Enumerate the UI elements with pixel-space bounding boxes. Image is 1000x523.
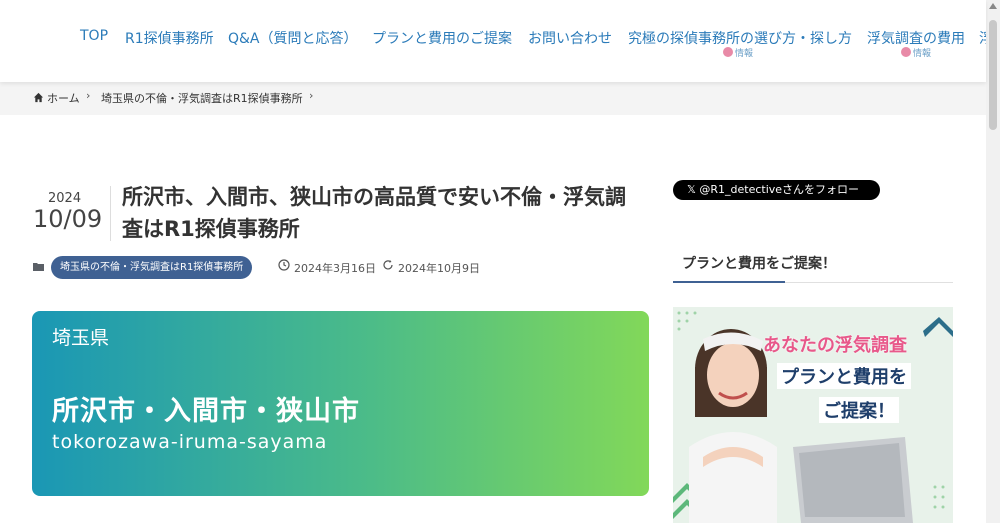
nav-item-cut-off[interactable]: 浮	[979, 28, 986, 48]
heading-underline	[673, 281, 785, 283]
nav-item-how-to-choose[interactable]: 究極の探偵事務所の選び方・探し方	[628, 28, 852, 48]
site-header: TOP R1探偵事務所 Q&A（質問と応答） プランと費用のご提案 お問い合わせ…	[0, 0, 986, 82]
refresh-icon	[383, 260, 393, 270]
breadcrumb-home[interactable]: ホーム	[47, 90, 80, 106]
plan-ad-banner[interactable]: あなたの浮気調査 プランと費用を ご提案！	[673, 307, 953, 523]
chevron-right-icon: ›	[86, 89, 91, 102]
scrollbar-thumb[interactable]	[989, 20, 997, 130]
nav-item-agency[interactable]: R1探偵事務所	[125, 28, 214, 48]
date-divider	[110, 186, 111, 241]
nav-item-cost[interactable]: 浮気調査の費用	[867, 28, 965, 48]
home-icon	[33, 92, 44, 103]
nav-item-qa[interactable]: Q&A（質問と応答）	[228, 28, 358, 48]
category-badge[interactable]: 埼玉県の不倫・浮気調査はR1探偵事務所	[51, 256, 253, 279]
info-badge-icon	[723, 47, 733, 57]
nav-item-contact[interactable]: お問い合わせ	[528, 28, 612, 48]
info-badge-icon	[901, 47, 911, 57]
post-day: 10/09	[33, 205, 103, 233]
nav-item-top[interactable]: TOP	[80, 28, 108, 44]
breadcrumb-category[interactable]: 埼玉県の不倫・浮気調査はR1探偵事務所	[101, 90, 303, 106]
scrollbar[interactable]	[986, 0, 1000, 523]
published-date: 2024年3月16日	[294, 262, 376, 275]
hero-prefecture: 埼玉県	[52, 327, 110, 349]
nav-sub-info: 情報	[901, 46, 931, 59]
chevron-right-icon: ›	[309, 89, 314, 102]
ad-line-2: プランと費用を	[777, 363, 911, 389]
clock-icon	[278, 259, 290, 271]
hero-romanized: tokorozawa-iruma-sayama	[52, 431, 328, 453]
hero-cities: 所沢市・入間市・狭山市	[52, 396, 360, 427]
nav-sub-info: 情報	[723, 46, 753, 59]
folder-icon	[33, 263, 44, 271]
page-title: 所沢市、入間市、狭山市の高品質で安い不倫・浮気調査はR1探偵事務所	[122, 185, 626, 241]
breadcrumb: ホーム › 埼玉県の不倫・浮気調査はR1探偵事務所 ›	[0, 82, 986, 115]
hero-banner: 埼玉県 所沢市・入間市・狭山市 tokorozawa-iruma-sayama	[32, 311, 649, 496]
post-year: 2024	[48, 191, 82, 206]
ad-line-1: あなたの浮気調査	[763, 335, 907, 356]
updated-date: 2024年10月9日	[398, 262, 480, 275]
nav-item-plans[interactable]: プランと費用のご提案	[372, 28, 512, 48]
global-nav: TOP R1探偵事務所 Q&A（質問と応答） プランと費用のご提案 お問い合わせ…	[0, 28, 986, 68]
scroll-up-icon[interactable]	[989, 3, 997, 9]
x-follow-button[interactable]: 𝕏 @R1_detectiveさんをフォロー	[673, 180, 880, 200]
ad-line-3: ご提案！	[819, 397, 899, 423]
sidebar-heading: プランと費用をご提案！	[682, 256, 836, 272]
